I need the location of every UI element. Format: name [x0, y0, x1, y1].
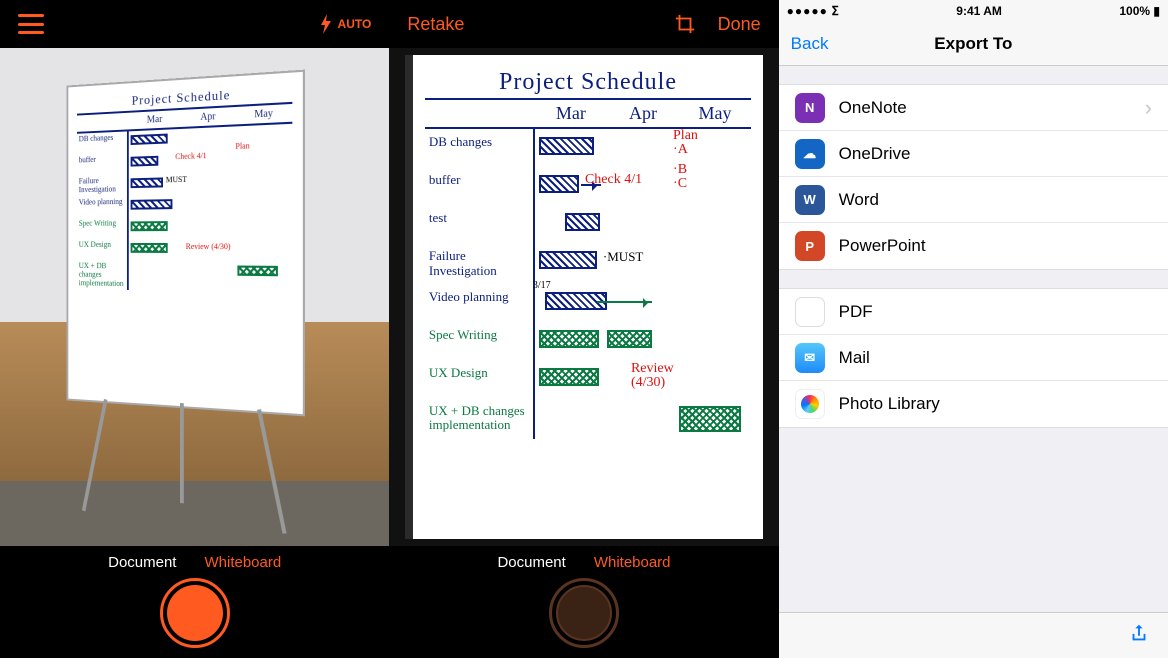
pdf-icon: PDF	[795, 297, 825, 327]
wb-row-test: test	[425, 205, 535, 243]
export-label: OneNote	[839, 98, 907, 118]
wb-note-review: Review (4/30)	[631, 362, 679, 390]
review-mode-strip[interactable]: Document Whiteboard	[497, 546, 670, 571]
wb-month-may: May	[679, 100, 751, 129]
mode-whiteboard-2[interactable]: Whiteboard	[594, 554, 671, 571]
export-label: Word	[839, 190, 879, 210]
camera-panel: AUTO Project Schedule Mar Apr May DB cha…	[0, 0, 389, 658]
retake-button[interactable]: Retake	[407, 14, 464, 35]
export-group-apps: N OneNote › ☁ OneDrive W Word P PowerPoi…	[779, 84, 1168, 270]
review-bottom-bar: Document Whiteboard	[389, 546, 778, 658]
wb-row-buffer: buffer	[425, 167, 535, 205]
word-icon: W	[795, 185, 825, 215]
share-icon[interactable]	[1128, 622, 1150, 650]
wb-row-ux: UX Design	[425, 360, 535, 398]
back-button[interactable]: Back	[791, 34, 829, 54]
menu-icon[interactable]	[18, 14, 44, 34]
photos-icon	[795, 389, 825, 419]
processed-whiteboard: Project Schedule Mar Apr May DB changes …	[405, 55, 763, 538]
export-pdf[interactable]: PDF PDF	[779, 289, 1168, 335]
mode-document-2[interactable]: Document	[497, 554, 565, 571]
camera-topbar: AUTO	[0, 0, 389, 48]
export-toolbar	[779, 612, 1168, 658]
export-powerpoint[interactable]: P PowerPoint	[779, 223, 1168, 269]
export-onedrive[interactable]: ☁ OneDrive	[779, 131, 1168, 177]
export-label: Photo Library	[839, 394, 940, 414]
flash-mode-label: AUTO	[338, 17, 372, 31]
chevron-right-icon: ›	[1145, 95, 1152, 121]
wb-row-failure: Failure Investigation	[425, 243, 535, 284]
crop-icon[interactable]	[674, 13, 696, 35]
ios-status-bar: ●●●●● ⵉ 9:41 AM 100% ▮	[779, 0, 1168, 22]
mode-document[interactable]: Document	[108, 554, 176, 571]
export-label: PDF	[839, 302, 873, 322]
review-image-area[interactable]: Project Schedule Mar Apr May DB changes …	[389, 48, 778, 546]
wb-note-check: Check 4/1	[585, 173, 642, 187]
wb-row-spec: Spec Writing	[425, 322, 535, 360]
mode-whiteboard[interactable]: Whiteboard	[204, 554, 281, 571]
camera-viewfinder[interactable]: Project Schedule Mar Apr May DB changes …	[0, 48, 389, 546]
export-label: OneDrive	[839, 144, 911, 164]
status-battery: 100% ▮	[1119, 4, 1160, 18]
shutter-button-disabled	[549, 578, 619, 648]
export-onenote[interactable]: N OneNote ›	[779, 85, 1168, 131]
review-panel: Retake Done Project Schedule Mar Apr May…	[389, 0, 778, 658]
status-time: 9:41 AM	[956, 4, 1002, 18]
signal-icon: ●●●●● ⵉ	[787, 4, 839, 18]
onenote-icon: N	[795, 93, 825, 123]
export-title: Export To	[934, 34, 1012, 54]
easel-whiteboard: Project Schedule Mar Apr May DB changes …	[67, 70, 305, 417]
capture-mode-strip[interactable]: Document Whiteboard	[108, 546, 281, 571]
export-group-system: PDF PDF ✉ Mail Photo Library	[779, 288, 1168, 428]
export-navbar: Back Export To	[779, 22, 1168, 66]
export-panel: ●●●●● ⵉ 9:41 AM 100% ▮ Back Export To N …	[779, 0, 1168, 658]
export-label: Mail	[839, 348, 870, 368]
wb-row-db: DB changes	[425, 129, 535, 167]
review-topbar: Retake Done	[389, 0, 778, 48]
onedrive-icon: ☁	[795, 139, 825, 169]
export-label: PowerPoint	[839, 236, 926, 256]
mail-icon: ✉	[795, 343, 825, 373]
done-button[interactable]: Done	[718, 14, 761, 35]
wb-title: Project Schedule	[425, 69, 751, 100]
wb-row-video: Video planning	[425, 284, 535, 322]
export-word[interactable]: W Word	[779, 177, 1168, 223]
camera-bottom-bar: Document Whiteboard	[0, 546, 389, 658]
wb-row-uxdb: UX + DB changes implementation	[425, 398, 535, 439]
flash-toggle[interactable]: AUTO	[320, 14, 372, 34]
export-photo-library[interactable]: Photo Library	[779, 381, 1168, 427]
powerpoint-icon: P	[795, 231, 825, 261]
wb-month-apr: Apr	[607, 100, 679, 129]
export-mail[interactable]: ✉ Mail	[779, 335, 1168, 381]
wb-month-mar: Mar	[535, 100, 607, 129]
shutter-button[interactable]	[160, 578, 230, 648]
flash-icon	[320, 14, 332, 34]
